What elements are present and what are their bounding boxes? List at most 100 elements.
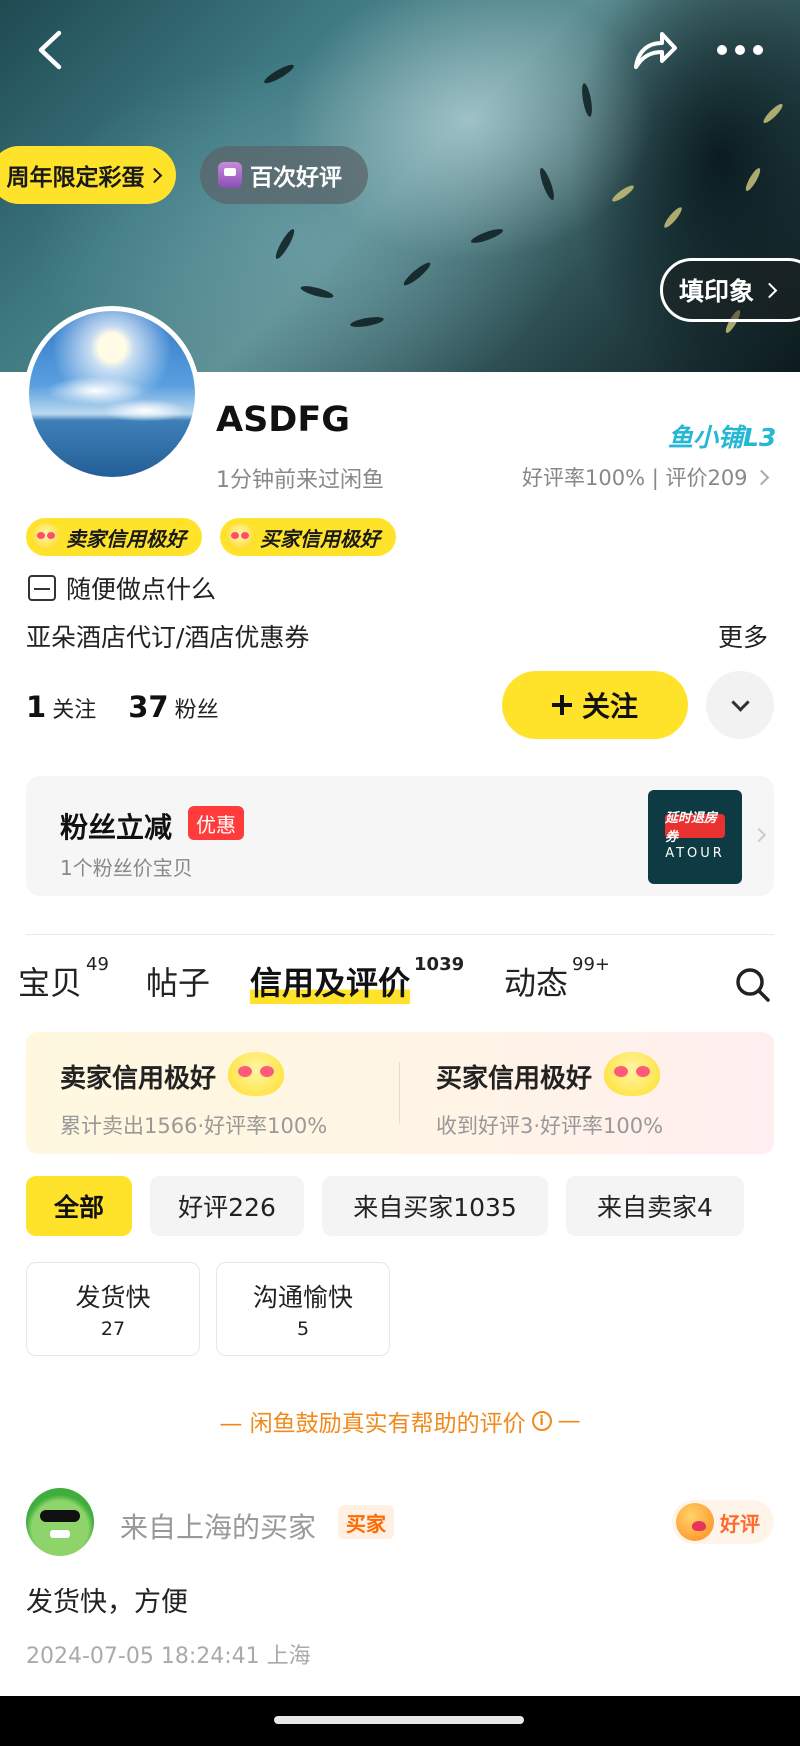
chevron-right-icon <box>146 167 162 183</box>
shop-bio: 随便做点什么 <box>28 570 216 606</box>
tab-activity[interactable]: 动态 99+ <box>504 954 610 1004</box>
rating-text: 好评率100% | 评价209 <box>522 466 748 490</box>
review-text: 发货快，方便 <box>26 1587 188 1618</box>
badge-label: 卖家信用极好 <box>66 526 186 551</box>
tab-label: 帖子 <box>146 964 211 1002</box>
encourage-text: — 闲鱼鼓励真实有帮助的评价 <box>219 1411 526 1437</box>
tag-name: 发货快 <box>75 1283 151 1312</box>
tab-label: 信用及评价 <box>250 958 411 1004</box>
encourage-dash: — <box>557 1408 581 1434</box>
section-divider <box>26 934 774 935</box>
share-icon <box>634 32 677 69</box>
store-icon <box>28 575 56 601</box>
seller-credit-badge[interactable]: 卖家信用极好 <box>26 518 202 556</box>
heart-eyes-icon <box>226 523 254 551</box>
tab-count: 1039 <box>414 954 465 975</box>
username: ASDFG <box>216 400 350 440</box>
tag-name: 沟通愉快 <box>252 1283 353 1312</box>
plus-icon <box>551 695 572 715</box>
following-count[interactable]: 1 <box>26 690 46 724</box>
tab-items[interactable]: 宝贝 49 <box>18 954 109 1004</box>
filter-all[interactable]: 全部 <box>26 1176 132 1236</box>
home-indicator[interactable] <box>274 1716 524 1724</box>
fish-decoration <box>743 166 763 193</box>
reviewer-avatar[interactable] <box>26 1488 94 1556</box>
trophy-icon <box>218 162 242 188</box>
tab-credit-reviews[interactable]: 信用及评价 1039 <box>250 954 464 1004</box>
review-encouragement-notice[interactable]: — 闲鱼鼓励真实有帮助的评价 i — <box>0 1404 800 1438</box>
followers-label[interactable]: 粉丝 <box>175 692 219 724</box>
more-dots-icon <box>717 45 763 55</box>
more-link[interactable]: 更多 <box>718 618 768 654</box>
review-verdict-badge: 好评 <box>672 1500 774 1544</box>
followers-count[interactable]: 37 <box>128 690 168 724</box>
seller-credit-subtitle: 累计卖出1566·好评率100% <box>60 1114 328 1138</box>
happy-face-icon <box>676 1503 714 1541</box>
filter-from-buyers[interactable]: 来自买家1035 <box>322 1176 548 1236</box>
discount-tag: 优惠 <box>188 806 244 840</box>
fish-decoration <box>349 315 385 329</box>
fan-discount-subtitle: 1个粉丝价宝贝 <box>60 856 193 880</box>
fish-decoration <box>580 82 594 118</box>
buyer-credit-badge[interactable]: 买家信用极好 <box>220 518 396 556</box>
tab-posts[interactable]: 帖子 <box>146 958 210 1004</box>
fish-decoration <box>761 101 785 126</box>
buyer-credit-summary[interactable]: 买家信用极好 收到好评3·好评率100% <box>436 1052 664 1140</box>
tab-count: 49 <box>86 954 109 975</box>
heart-eyes-icon <box>32 523 60 551</box>
tab-count: 99+ <box>572 954 611 975</box>
thumbnail-title: 延时退房券 <box>665 811 725 845</box>
follow-button-label: 关注 <box>581 690 638 723</box>
more-options-button[interactable] <box>712 26 768 74</box>
info-icon: i <box>531 1411 552 1431</box>
seller-credit-summary[interactable]: 卖家信用极好 累计卖出1566·好评率100% <box>60 1052 328 1140</box>
anniversary-label: 周年限定彩蛋 <box>6 165 145 191</box>
fish-decoration <box>610 183 636 204</box>
review-tag-fast-shipping[interactable]: 发货快 27 <box>26 1262 200 1356</box>
expand-dropdown-button[interactable] <box>706 671 774 739</box>
credit-summary-card: 卖家信用极好 累计卖出1566·好评率100% 买家信用极好 收到好评3·好评率… <box>26 1032 774 1154</box>
fish-decoration <box>273 227 297 261</box>
review-tag-pleasant-communication[interactable]: 沟通愉快 5 <box>216 1262 390 1356</box>
filter-good-reviews[interactable]: 好评226 <box>150 1176 304 1236</box>
tag-count: 5 <box>296 1318 310 1340</box>
thumbnail-brand: ATOUR <box>665 845 725 861</box>
search-icon <box>736 968 770 1002</box>
divider <box>399 1062 400 1124</box>
fill-impression-button[interactable]: 填印象 <box>660 258 800 322</box>
rating-summary[interactable]: 好评率100% | 评价209 <box>522 462 769 492</box>
reviewer-name: 来自上海的买家 <box>120 1511 317 1544</box>
search-button[interactable] <box>734 966 772 1004</box>
anniversary-easter-egg-pill[interactable]: 周年限定彩蛋 <box>0 146 176 204</box>
chevron-right-icon <box>751 827 767 843</box>
heart-eyes-icon <box>604 1052 661 1096</box>
chevron-right-icon <box>761 282 778 298</box>
fish-decoration <box>299 283 335 301</box>
chevron-right-icon <box>753 469 769 485</box>
teeth-decoration <box>50 1530 70 1538</box>
share-button[interactable] <box>628 26 682 74</box>
profile-avatar[interactable] <box>24 306 200 482</box>
back-button[interactable] <box>28 26 72 74</box>
tab-label: 动态 <box>504 964 569 1002</box>
tag-count: 27 <box>100 1318 126 1340</box>
buyer-credit-title: 买家信用极好 <box>436 1063 593 1094</box>
verdict-label: 好评 <box>720 1511 760 1536</box>
fan-discount-title: 粉丝立减 <box>60 811 173 844</box>
buyer-credit-subtitle: 收到好评3·好评率100% <box>436 1114 664 1138</box>
filter-from-sellers[interactable]: 来自卖家4 <box>566 1176 744 1236</box>
item-thumbnail[interactable]: 延时退房券 ATOUR <box>648 790 742 884</box>
badge-label: 买家信用极好 <box>260 526 380 551</box>
follow-button[interactable]: 关注 <box>502 671 688 739</box>
following-label[interactable]: 关注 <box>52 692 96 724</box>
shop-level-badge[interactable]: 鱼小铺L3 <box>668 418 776 454</box>
sunglasses-icon <box>40 1510 80 1522</box>
last-seen-text: 1分钟前来过闲鱼 <box>216 468 384 493</box>
profile-description: 亚朵酒店代订/酒店优惠券 <box>26 623 310 652</box>
seller-credit-title: 卖家信用极好 <box>60 1063 217 1094</box>
fan-discount-card[interactable]: 粉丝立减 优惠 1个粉丝价宝贝 延时退房券 ATOUR <box>26 776 774 896</box>
fish-decoration <box>661 205 685 230</box>
reviewer-role-badge: 买家 <box>338 1505 394 1539</box>
bio-text: 随便做点什么 <box>66 575 217 604</box>
hundred-reviews-pill[interactable]: 百次好评 <box>200 146 368 204</box>
